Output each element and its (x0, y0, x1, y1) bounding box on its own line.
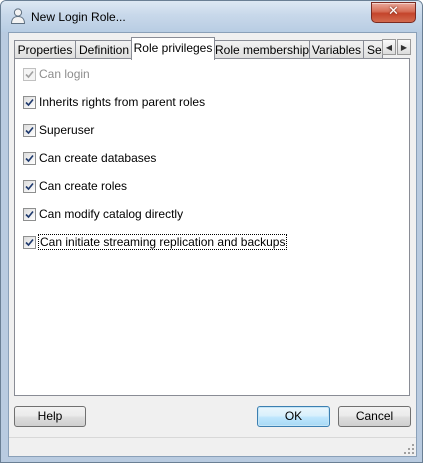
privilege-can-login[interactable]: Can login (23, 66, 90, 82)
privilege-label: Superuser (39, 123, 95, 137)
privilege-label: Inherits rights from parent roles (39, 95, 206, 109)
status-bar (9, 437, 416, 456)
tab-role-membership[interactable]: Role membership (214, 40, 310, 58)
arrow-left-icon[interactable]: ◀ (382, 39, 396, 55)
privilege-label: Can create databases (39, 151, 157, 165)
resize-grip-icon[interactable] (403, 443, 415, 455)
privilege-streaming-replication[interactable]: Can initiate streaming replication and b… (23, 234, 288, 250)
dialog-window: New Login Role... ✕ Properties Definitio… (0, 0, 423, 463)
privilege-label: Can login (39, 67, 90, 81)
tab-strip: Properties Definition Role membership Va… (14, 37, 412, 60)
ok-button[interactable]: OK (257, 406, 330, 427)
window-title: New Login Role... (31, 10, 126, 24)
dialog-client-area: Properties Definition Role membership Va… (8, 32, 417, 457)
checkbox[interactable] (23, 67, 36, 81)
check-icon (25, 210, 34, 218)
privilege-inherits-rights[interactable]: Inherits rights from parent roles (23, 94, 205, 110)
tab-definition[interactable]: Definition (75, 40, 133, 58)
tab-properties[interactable]: Properties (14, 40, 76, 58)
privilege-modify-catalog[interactable]: Can modify catalog directly (23, 206, 183, 222)
checkbox[interactable] (23, 123, 36, 137)
check-icon (25, 126, 34, 134)
checkbox[interactable] (23, 207, 36, 221)
checkbox[interactable] (23, 179, 36, 193)
check-icon (25, 98, 34, 106)
tab-scroll-buttons: ◀ ▶ (382, 39, 412, 56)
check-icon (25, 70, 34, 78)
role-privileges-panel: Can login Inherits rights from parent ro… (14, 58, 410, 396)
close-button[interactable]: ✕ (371, 2, 416, 23)
privilege-label: Can modify catalog directly (39, 207, 184, 221)
tab-role-privileges[interactable]: Role privileges (131, 37, 215, 60)
cancel-button[interactable]: Cancel (338, 406, 411, 427)
checkbox[interactable] (23, 151, 36, 165)
help-button[interactable]: Help (14, 406, 86, 427)
user-icon (10, 8, 26, 24)
title-bar[interactable]: New Login Role... ✕ (1, 1, 422, 32)
privilege-label: Can create roles (39, 179, 128, 193)
privilege-label: Can initiate streaming replication and b… (37, 234, 288, 250)
checkbox[interactable] (23, 235, 36, 249)
check-icon (25, 238, 34, 246)
tab-security[interactable]: Se (363, 40, 383, 58)
close-icon: ✕ (388, 4, 399, 19)
privilege-create-databases[interactable]: Can create databases (23, 150, 156, 166)
check-icon (25, 182, 34, 190)
checkbox[interactable] (23, 95, 36, 109)
arrow-right-icon[interactable]: ▶ (397, 39, 411, 55)
tab-variables[interactable]: Variables (309, 40, 364, 58)
privilege-create-roles[interactable]: Can create roles (23, 178, 127, 194)
privilege-superuser[interactable]: Superuser (23, 122, 94, 138)
check-icon (25, 154, 34, 162)
